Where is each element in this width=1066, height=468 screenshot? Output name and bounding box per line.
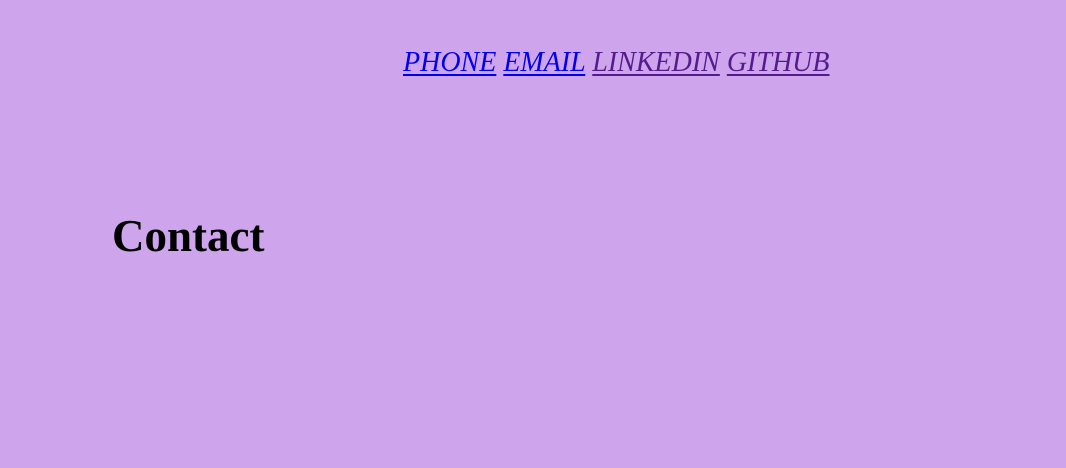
page-title: Contact — [112, 211, 265, 261]
contact-links-nav: PHONE EMAIL LINKEDIN GITHUB — [403, 46, 830, 80]
linkedin-link[interactable]: LINKEDIN — [592, 47, 720, 78]
github-link[interactable]: GITHUB — [727, 47, 830, 78]
email-link[interactable]: EMAIL — [503, 47, 585, 78]
phone-link[interactable]: PHONE — [403, 47, 496, 78]
